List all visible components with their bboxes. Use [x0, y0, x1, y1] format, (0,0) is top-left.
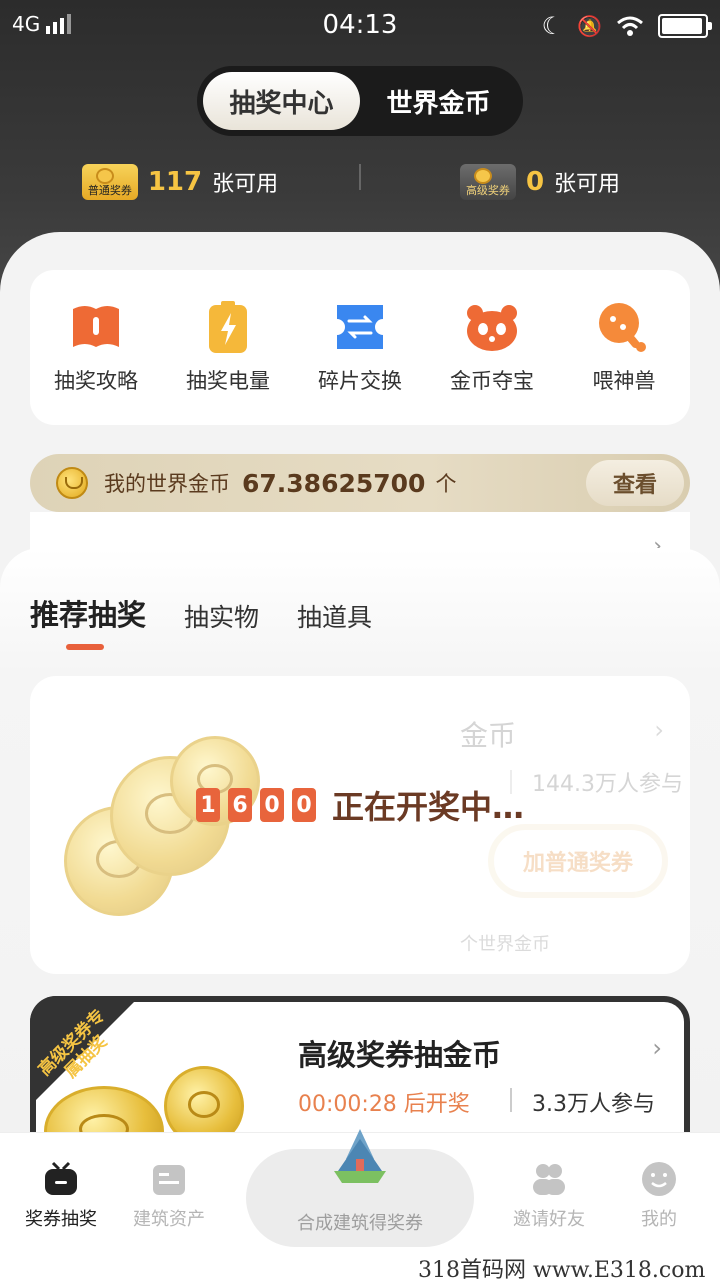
- chevron-right-icon: ›: [652, 1034, 662, 1062]
- senior-ticket-icon-label: 高级奖券: [465, 184, 510, 197]
- world-coin-bar: 我的世界金币 67.38625700 个 查看: [30, 454, 690, 512]
- building-asset-icon: [153, 1165, 185, 1195]
- tab-world-coins[interactable]: 世界金币: [360, 72, 517, 130]
- quick-action-energy[interactable]: 抽奖电量: [168, 300, 288, 395]
- senior-ticket-icon: 高级奖券: [459, 164, 516, 200]
- nav-invite-friends[interactable]: 邀请好友: [494, 1161, 604, 1231]
- watermark: 318首码网 www.E318.com: [418, 1258, 706, 1280]
- mute-bell-icon: 🔕: [577, 14, 602, 38]
- nav-mine[interactable]: 我的: [604, 1161, 714, 1231]
- tab-lottery-center[interactable]: 抽奖中心: [203, 72, 360, 130]
- smile-icon: [642, 1162, 676, 1196]
- quick-action-label: 金币夺宝: [450, 368, 534, 393]
- quick-action-label: 抽奖电量: [186, 368, 270, 393]
- drawing-digit: 0: [260, 788, 284, 822]
- quick-action-guide[interactable]: 抽奖攻略: [36, 301, 156, 395]
- lottery-card-normal[interactable]: 金币 › 144.3万人参与 加普通奖券 个世界金币 1 6 0 0 正在开奖中…: [30, 676, 690, 974]
- nav-label: 邀请好友: [513, 1209, 585, 1230]
- book-icon: [73, 305, 119, 347]
- senior-ticket-count: 0: [525, 167, 545, 197]
- countdown-timer: 00:00:28 后开奖: [298, 1092, 470, 1117]
- normal-ticket-count: 117: [147, 167, 203, 197]
- lottery-tabs: 推荐抽奖 抽实物 抽道具: [30, 592, 372, 634]
- prize-footer: 个世界金币: [460, 934, 550, 955]
- tower-icon: [334, 1129, 386, 1183]
- drawing-digit: 0: [292, 788, 316, 822]
- ticket-summary: 普通奖券 117 张可用 高级奖券 0 张可用: [0, 160, 720, 204]
- tab-physical[interactable]: 抽实物: [184, 598, 259, 634]
- nav-compose-building[interactable]: 合成建筑得奖券: [246, 1129, 474, 1247]
- normal-ticket-icon-label: 普通奖券: [87, 184, 132, 197]
- quick-action-exchange[interactable]: 碎片交换: [300, 301, 420, 395]
- view-coins-button[interactable]: 查看: [586, 460, 684, 506]
- battery-icon: [658, 14, 712, 38]
- panda-icon: [467, 304, 517, 351]
- status-bar: 4G 04:13 ☾ 🔕: [0, 0, 720, 52]
- battery-icon: [209, 300, 247, 353]
- coin-unit: 个: [435, 472, 457, 496]
- ticket-divider: [359, 164, 361, 190]
- drawing-digit: 6: [228, 788, 252, 822]
- partially-hidden-row: ›: [30, 512, 690, 552]
- coin-amount: 67.38625700: [242, 468, 426, 498]
- quick-action-label: 碎片交换: [318, 368, 402, 393]
- nav-label: 合成建筑得奖券: [297, 1213, 423, 1234]
- coin-stack-image: [50, 736, 270, 936]
- chevron-right-icon: ›: [654, 716, 664, 744]
- quick-action-label: 抽奖攻略: [54, 368, 138, 393]
- drawing-text: 正在开奖中…: [332, 788, 525, 826]
- wifi-icon: [617, 16, 643, 36]
- quick-action-label: 喂神兽: [592, 368, 656, 393]
- quick-action-coin-treasure[interactable]: 金币夺宝: [432, 301, 552, 395]
- senior-ticket-summary[interactable]: 高级奖券 0 张可用: [360, 160, 720, 204]
- drumstick-icon: [599, 302, 646, 352]
- tab-indicator: [66, 644, 104, 650]
- coin-icon: [56, 467, 88, 499]
- lottery-title: 高级奖券抽金币: [298, 1038, 502, 1072]
- participants-count: 3.3万人参与: [532, 1092, 655, 1117]
- tv-icon: [45, 1161, 77, 1195]
- tab-props[interactable]: 抽道具: [297, 598, 372, 634]
- tab-recommended[interactable]: 推荐抽奖: [30, 592, 146, 634]
- quick-action-feed-beast[interactable]: 喂神兽: [564, 301, 684, 395]
- coin-bar-label: 我的世界金币: [104, 472, 230, 496]
- participants-count: 144.3万人参与: [532, 772, 683, 797]
- drawing-digit: 1: [196, 788, 220, 822]
- segment-control: 抽奖中心 世界金币: [197, 66, 523, 136]
- exchange-icon: [337, 304, 383, 349]
- normal-ticket-icon: 普通奖券: [81, 164, 138, 200]
- nav-ticket-lottery[interactable]: 奖券抽奖: [6, 1161, 116, 1231]
- normal-ticket-suffix: 张可用: [212, 172, 279, 197]
- nav-label: 我的: [641, 1209, 677, 1230]
- divider: [510, 1088, 512, 1112]
- nav-label: 建筑资产: [133, 1209, 205, 1230]
- lottery-title: 金币: [460, 719, 517, 752]
- senior-ticket-suffix: 张可用: [554, 172, 621, 197]
- nav-label: 奖券抽奖: [25, 1209, 97, 1230]
- moon-icon: ☾: [541, 12, 564, 40]
- drawing-status: 1 6 0 0 正在开奖中…: [196, 782, 524, 828]
- normal-ticket-summary[interactable]: 普通奖券 117 张可用: [0, 160, 360, 204]
- add-normal-ticket-button[interactable]: 加普通奖券: [488, 824, 668, 898]
- nav-building-assets[interactable]: 建筑资产: [114, 1161, 224, 1231]
- quick-actions: 抽奖攻略 抽奖电量 碎片交换 金币夺宝 喂神兽: [30, 270, 690, 425]
- people-icon: [533, 1164, 565, 1195]
